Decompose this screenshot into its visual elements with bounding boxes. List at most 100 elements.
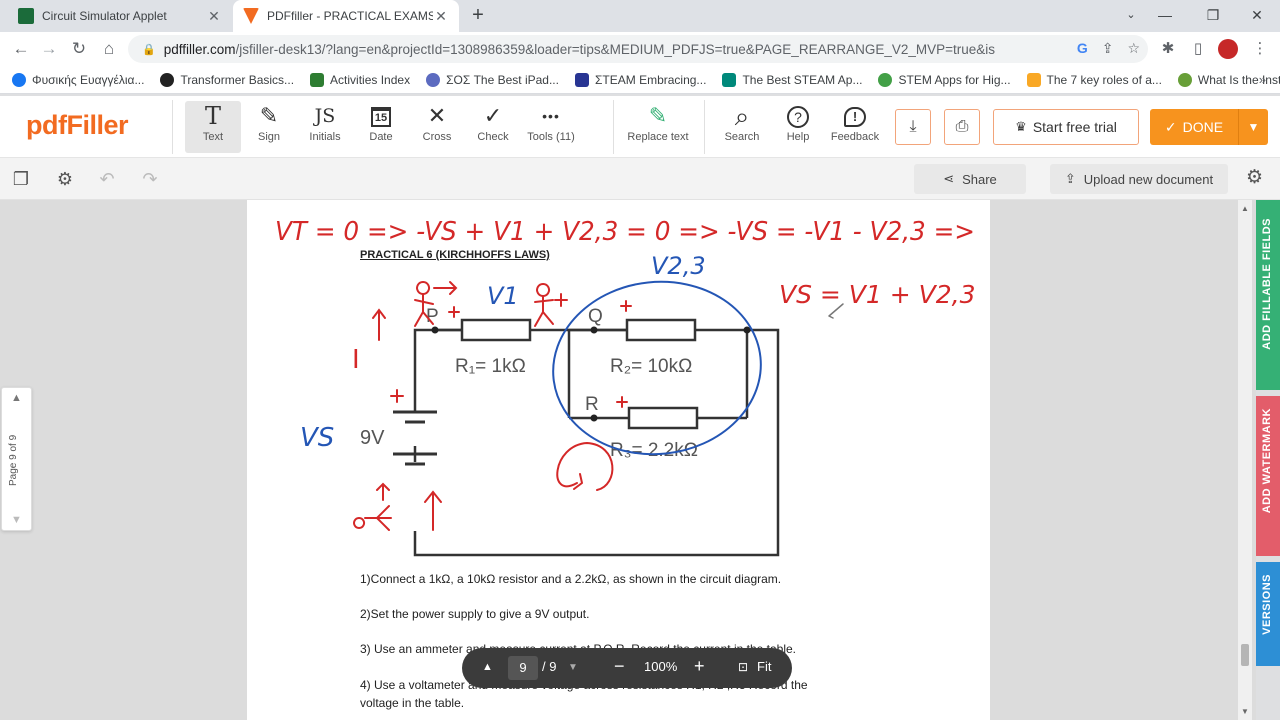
more-bookmarks-icon[interactable]: » [1259,72,1266,87]
check-icon: ✓ [483,103,503,128]
pdffiller-logo[interactable]: pdfFiller [26,110,129,141]
help-icon: ? [770,101,826,131]
node-q-label: Q [588,306,603,327]
bookmark-item[interactable]: Φυσικής Ευαγγέλια... [12,72,144,87]
site-icon [1026,72,1041,87]
check-tool-button[interactable]: ✓ Check [465,101,521,153]
instruction-4-continued: voltage in the table. [360,696,465,710]
page-number-input[interactable]: 9 [508,656,538,680]
editor-toolbar: pdfFiller T Text ✎ Sign JS Initials 15 Date … [0,96,1280,158]
resistor-r2 [625,318,697,342]
zoom-out-icon[interactable]: − [614,656,625,677]
upload-document-button[interactable]: ⇪ Upload new document [1050,164,1228,194]
bookmark-item[interactable]: Transformer Basics... [160,72,294,87]
google-icon[interactable]: G [1077,40,1088,57]
share-button[interactable]: ⋖ Share [914,164,1026,194]
share-page-icon[interactable]: ⇪ [1102,40,1114,57]
next-page-chevron-icon[interactable]: ▼ [2,514,31,526]
handwritten-current: I [352,345,360,375]
divider [613,100,614,154]
close-icon[interactable]: ✕ [433,8,449,25]
document-page[interactable]: PRACTICAL 6 (KIRCHHOFFS LAWS) P Q R R₁= … [247,200,990,720]
scroll-up-arrow-icon[interactable]: ▲ [1238,204,1252,213]
site-icon [160,72,175,87]
zoom-in-icon[interactable]: + [694,656,705,677]
vertical-scrollbar[interactable]: ▲ ▼ [1238,200,1252,720]
side-tab-add-fillable-fields[interactable]: ADD FILLABLE FIELDS [1256,200,1280,390]
extensions-puzzle-icon[interactable]: ✱ [1156,37,1180,61]
tab-circuit-simulator[interactable]: Circuit Simulator Applet ✕ [8,0,232,32]
feedback-button[interactable]: ! Feedback [826,101,884,153]
bookmark-item[interactable]: The 7 key roles of a... [1026,72,1162,87]
previous-page-chevron-icon[interactable]: ▲ [2,392,31,404]
scroll-down-arrow-icon[interactable]: ▼ [1238,707,1252,716]
menu-kebab-icon[interactable]: ⋮ [1248,37,1272,61]
bookmark-item[interactable]: Activities Index [310,72,410,87]
initials-tool-button[interactable]: JS Initials [297,101,353,153]
circuit-favicon-icon [18,8,34,24]
tab-pdffiller[interactable]: PDFfiller - PRACTICAL EXAMS EX ✕ [233,0,459,32]
document-settings-icon[interactable]: ⚙ [52,166,78,192]
gear-icon[interactable]: ⚙ [1246,166,1263,189]
download-button[interactable]: ⤓ [895,109,931,145]
replace-text-button[interactable]: ✎ Replace text [624,101,692,153]
date-tool-button[interactable]: 15 Date [353,101,409,153]
node-r-label: R [585,394,599,415]
bookmark-item[interactable]: ΣTEAM Embracing... [574,72,706,87]
start-free-trial-button[interactable]: ♛ Start free trial [993,109,1139,145]
zoom-controls: ▲ 9 / 9 ▼ − 100% + ⊡ Fit [462,648,792,688]
new-tab-plus-icon[interactable]: + [466,4,490,28]
share-icon: ⋖ [943,171,955,186]
site-icon [1177,72,1192,87]
side-panel-icon[interactable]: ▯ [1186,37,1210,61]
url-input[interactable]: 🔒 pdffiller.com /jsfiller-desk13/?lang=e… [128,35,1148,63]
upload-icon: ⇪ [1064,171,1076,186]
reload-icon[interactable]: ↻ [66,37,92,61]
help-button[interactable]: ? Help [770,101,826,153]
cross-tool-button[interactable]: ✕ Cross [409,101,465,153]
done-button[interactable]: ✓ DONE [1150,109,1238,145]
sign-tool-button[interactable]: ✎ Sign [241,101,297,153]
page-up-chevron-icon[interactable]: ▲ [482,661,493,673]
r2-label: R₂= 10kΩ [610,356,692,377]
undo-icon[interactable]: ↶ [94,166,120,192]
search-icon: ⌕ [734,101,750,131]
pages-icon[interactable]: ❐ [8,166,34,192]
bookmark-item[interactable]: The Best STEAM Ap... [722,72,862,87]
secondary-toolbar: ❐ ⚙ ↶ ↷ ⋖ Share ⇪ Upload new document ⚙ [0,158,1280,200]
more-tools-button[interactable]: ••• Tools (11) [521,101,581,153]
bookmark-item[interactable]: ΣΟΣ The Best iPad... [426,72,559,87]
side-tab-add-watermark[interactable]: ADD WATERMARK [1256,396,1280,556]
page-select-chevron-icon[interactable]: ▼ [568,662,578,673]
done-dropdown-chevron-icon[interactable]: ▼ [1238,109,1268,145]
back-icon[interactable]: ← [8,37,34,61]
fit-button[interactable]: Fit [757,659,771,674]
zoom-level[interactable]: 100% [644,659,677,674]
forward-icon[interactable]: → [36,37,62,61]
window-close-icon[interactable]: ✕ [1234,0,1280,32]
print-button[interactable]: ⎙ [944,109,980,145]
initials-icon: JS [314,105,336,127]
bookmarks-bar: Φυσικής Ευαγγέλια... Transformer Basics.… [0,66,1280,94]
close-icon[interactable]: ✕ [206,8,222,25]
side-tab-versions[interactable]: VERSIONS [1256,562,1280,666]
red-stick-figure-2 [534,283,554,327]
bookmark-item[interactable]: STEM Apps for Hig... [878,72,1011,87]
fit-icon[interactable]: ⊡ [738,660,748,674]
feedback-icon: ! [826,101,884,131]
minimize-icon[interactable]: — [1142,0,1188,32]
calendar-icon: 15 [353,101,409,131]
download-icon: ⤓ [909,118,917,135]
r1-label: R₁= 1kΩ [455,356,526,377]
scrollbar-thumb[interactable] [1241,644,1249,666]
profile-avatar[interactable] [1216,37,1240,67]
restore-icon[interactable]: ❐ [1190,0,1236,32]
home-icon[interactable]: ⌂ [96,37,122,61]
bookmark-star-icon[interactable]: ☆ [1127,40,1140,57]
text-tool-button[interactable]: T Text [185,101,241,153]
redo-icon[interactable]: ↷ [137,166,163,192]
url-host: pdffiller.com [163,41,236,57]
page-indicator-label: Page 9 of 9 [8,434,19,486]
search-button[interactable]: ⌕ Search [714,101,770,153]
handwritten-v23: V2,3 [651,252,706,280]
